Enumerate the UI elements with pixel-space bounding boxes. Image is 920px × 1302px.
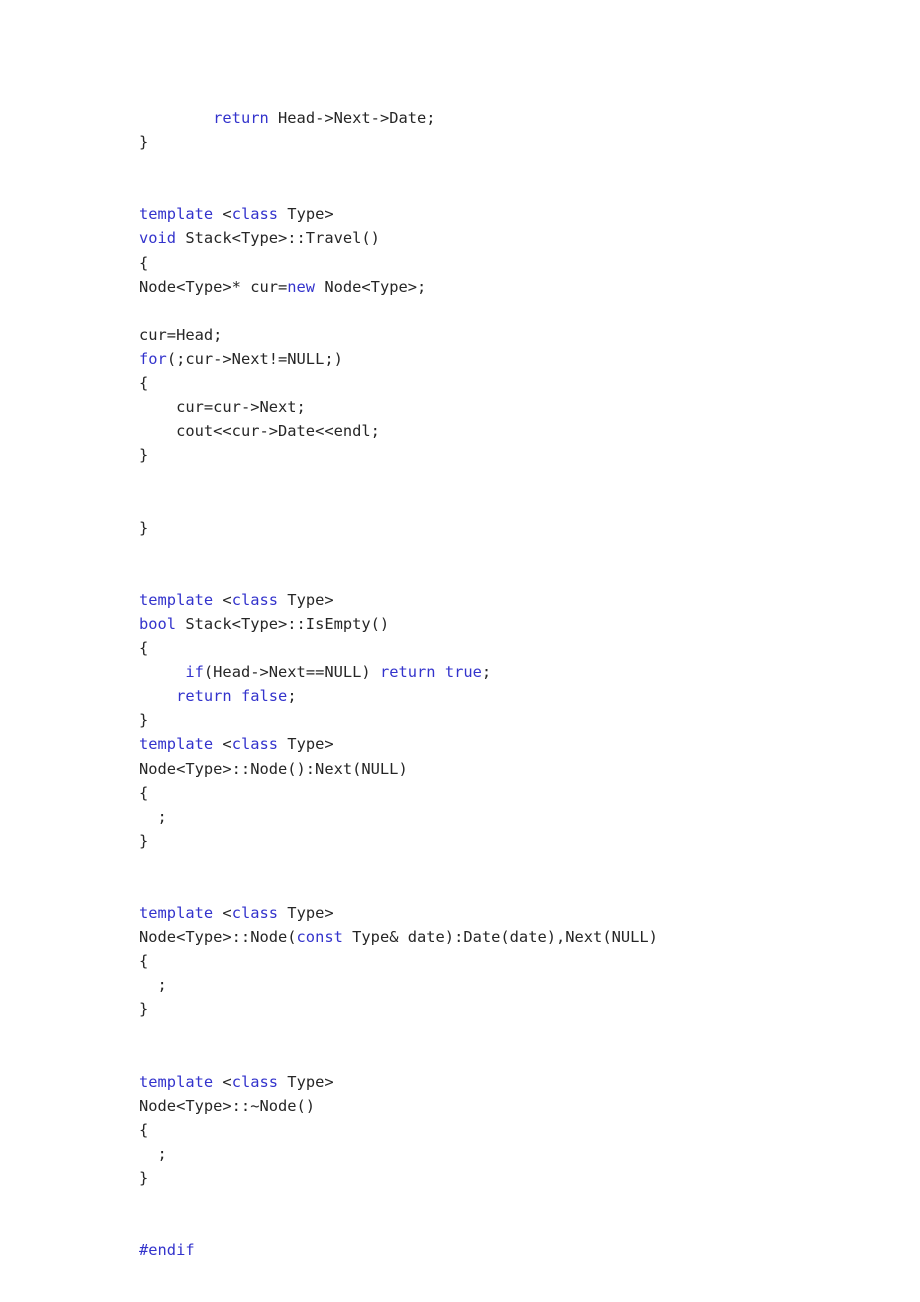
code-line: { (139, 374, 149, 393)
code-keyword: return (176, 687, 232, 706)
code-line: for(;cur->Next!=NULL;) (139, 349, 343, 368)
code-line: Node<Type>::~Node() (139, 1096, 316, 1115)
code-line: } (139, 711, 149, 730)
code-line: if(Head->Next==NULL) return true; (185, 663, 492, 682)
code-line: } (139, 518, 149, 537)
code-line: { (139, 253, 149, 272)
code-line: bool Stack<Type>::IsEmpty() (139, 614, 390, 633)
code-line: ; (157, 807, 167, 826)
code-line: { (139, 783, 149, 802)
code-keyword: template (139, 205, 214, 224)
code-line: } (139, 831, 149, 850)
code-line: cur=Head; (139, 325, 223, 344)
code-line: Node<Type>::Node(const Type& date):Date(… (139, 928, 658, 947)
code-keyword: return (379, 663, 436, 682)
code-line: { (139, 639, 149, 658)
code-keyword: for (139, 349, 167, 368)
code-keyword: return (213, 109, 269, 127)
code-line: cout<<cur->Date<<endl; (176, 422, 380, 441)
code-line: } (139, 1000, 149, 1019)
code-line: return false; (176, 687, 297, 706)
code-line: cur=cur->Next; (176, 398, 306, 417)
code-keyword: true (444, 663, 482, 682)
code-line: } (139, 133, 149, 152)
code-line: template <class Type> (139, 590, 334, 609)
code-line: template <class Type> (139, 904, 334, 923)
code-listing: return Head->Next->Date;} template <clas… (139, 106, 879, 1263)
code-line: template <class Type> (139, 735, 334, 754)
code-line: template <class Type> (139, 205, 334, 224)
code-keyword: class (231, 590, 279, 609)
code-keyword: void (139, 229, 177, 248)
code-line: } (139, 446, 149, 465)
code-line: #endif (139, 1238, 879, 1262)
code-line: template <class Type> (139, 1072, 334, 1091)
code-keyword: class (231, 735, 279, 754)
code-keyword: template (139, 904, 214, 923)
code-keyword: bool (139, 614, 177, 633)
code-keyword: if (185, 663, 204, 682)
code-keyword: class (231, 1072, 279, 1091)
code-keyword: new (287, 277, 316, 296)
code-line: ; (157, 1145, 167, 1164)
code-keyword: template (139, 735, 214, 754)
code-line: } (139, 1169, 149, 1188)
code-line: { (139, 1120, 149, 1139)
code-line: Node<Type>* cur=new Node<Type>; (139, 277, 427, 296)
code-line: { (139, 952, 149, 971)
code-keyword: false (240, 687, 288, 706)
document-page: return Head->Next->Date;} template <clas… (0, 0, 920, 1302)
code-line: ; (157, 976, 167, 995)
code-line: return Head->Next->Date; (213, 109, 436, 127)
code-keyword: template (139, 1072, 214, 1091)
code-keyword: template (139, 590, 214, 609)
code-keyword: const (296, 928, 343, 947)
code-line: Node<Type>::Node():Next(NULL) (139, 759, 408, 778)
code-keyword: class (231, 904, 279, 923)
code-keyword: #endif (139, 1241, 195, 1260)
code-keyword: class (231, 205, 279, 224)
code-line: void Stack<Type>::Travel() (139, 229, 380, 248)
